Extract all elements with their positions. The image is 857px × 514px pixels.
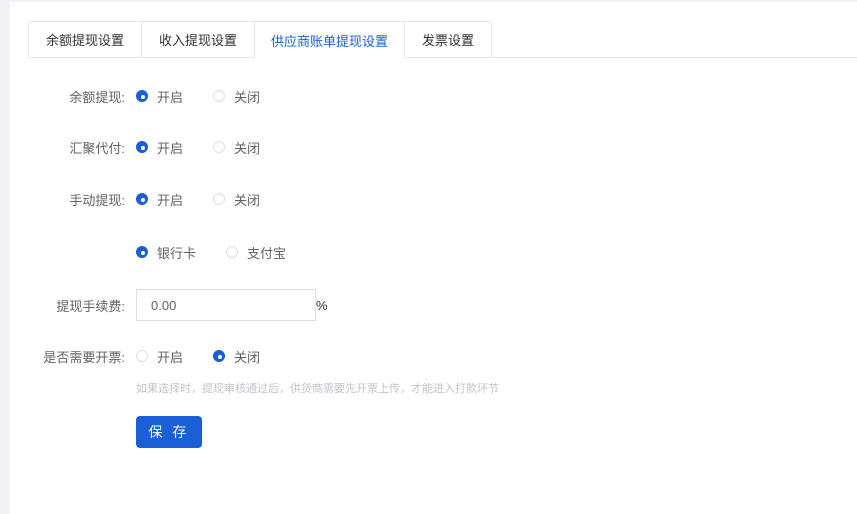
radio-checked-icon (213, 350, 226, 362)
radio-unchecked-icon (213, 193, 226, 205)
bank-card-radio[interactable]: 银行卡 (136, 243, 226, 262)
radio-label: 开启 (157, 192, 184, 208)
aggregate-pay-off-radio[interactable]: 关闭 (213, 138, 290, 157)
radio-label: 关闭 (234, 349, 261, 365)
radio-checked-icon (136, 193, 148, 205)
tab-invoice[interactable]: 发票设置 (404, 21, 492, 57)
balance-withdraw-on-radio[interactable]: 开启 (136, 87, 213, 106)
manual-withdraw-label: 手动提现: (69, 192, 125, 208)
invoice-on-radio[interactable]: 开启 (136, 347, 213, 366)
tab-supplier-withdraw[interactable]: 供应商账单提现设置 (254, 21, 404, 58)
radio-unchecked-icon (213, 141, 226, 153)
tab-balance-withdraw[interactable]: 余额提现设置 (28, 21, 141, 57)
radio-unchecked-icon (226, 246, 239, 258)
radio-checked-icon (136, 90, 148, 102)
save-button[interactable]: 保 存 (136, 416, 202, 448)
invoice-row: 是否需要开票: 开启 关闭 (0, 346, 290, 366)
aggregate-pay-row: 汇聚代付: 开启 关闭 (0, 137, 290, 157)
radio-label: 开启 (157, 89, 184, 105)
aggregate-pay-on-radio[interactable]: 开启 (136, 138, 213, 157)
radio-unchecked-icon (136, 350, 148, 362)
invoice-off-radio[interactable]: 关闭 (213, 347, 290, 366)
radio-label: 关闭 (234, 192, 261, 208)
alipay-radio[interactable]: 支付宝 (226, 243, 316, 262)
percent-unit: % (316, 297, 328, 313)
fee-row: 提现手续费: % (0, 289, 328, 321)
radio-label: 支付宝 (247, 245, 287, 261)
manual-withdraw-row: 手动提现: 开启 关闭 (0, 189, 290, 209)
radio-checked-icon (136, 141, 148, 153)
radio-label: 开启 (157, 349, 184, 365)
aggregate-pay-label: 汇聚代付: (69, 140, 125, 156)
radio-checked-icon (136, 246, 148, 258)
balance-withdraw-label: 余额提现: (69, 89, 125, 105)
tab-income-withdraw[interactable]: 收入提现设置 (141, 21, 254, 57)
balance-withdraw-row: 余额提现: 开启 关闭 (0, 86, 290, 106)
radio-label: 开启 (157, 140, 184, 156)
radio-unchecked-icon (213, 90, 226, 102)
radio-label: 银行卡 (157, 245, 197, 261)
manual-withdraw-off-radio[interactable]: 关闭 (213, 190, 290, 209)
radio-label: 关闭 (234, 140, 261, 156)
withdraw-method-row: 银行卡 支付宝 (0, 242, 316, 262)
manual-withdraw-on-radio[interactable]: 开启 (136, 190, 213, 209)
radio-label: 关闭 (234, 89, 261, 105)
fee-input[interactable] (136, 289, 316, 321)
invoice-hint: 如果选择时，提现审核通过后，供货商需要先开票上传，才能进入打款环节 (136, 383, 499, 395)
invoice-label: 是否需要开票: (43, 349, 125, 365)
fee-label: 提现手续费: (56, 298, 125, 314)
balance-withdraw-off-radio[interactable]: 关闭 (213, 87, 290, 106)
tab-bar: 余额提现设置 收入提现设置 供应商账单提现设置 发票设置 (28, 21, 857, 58)
